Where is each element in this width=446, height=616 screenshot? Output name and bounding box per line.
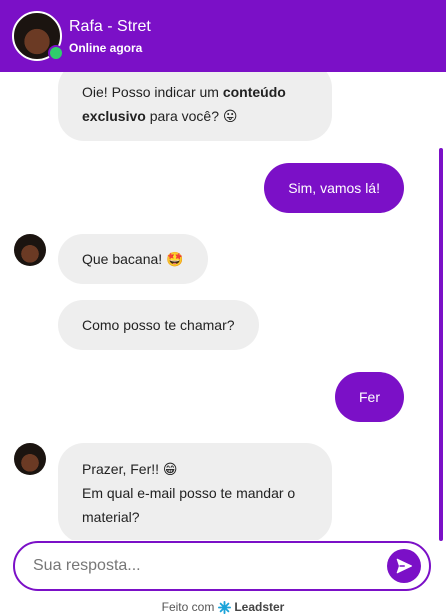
message-bold-text: exclusivo — [82, 108, 146, 124]
user-message: Fer — [335, 372, 404, 422]
message-text: Em qual e-mail posso te mandar o — [82, 485, 296, 501]
user-message: Sim, vamos lá! — [264, 163, 404, 213]
message-text: Como posso te chamar? — [82, 317, 235, 333]
leadster-link[interactable]: Leadster — [218, 600, 284, 614]
message-text: Que bacana! 🤩 — [82, 251, 184, 267]
message-bold-text: conteúdo — [222, 84, 286, 100]
agent-avatar — [12, 11, 64, 61]
message-text: para você? 😛 — [145, 108, 238, 124]
bot-message: Que bacana! 🤩 — [58, 234, 208, 284]
chat-header: Rafa - Stret Online agora — [0, 0, 446, 72]
reply-input-container — [13, 541, 431, 591]
chat-messages[interactable]: Oie! Posso indicar um conteúdo exclusivo… — [0, 72, 446, 540]
bot-message: Como posso te chamar? — [58, 300, 259, 350]
agent-avatar-small — [14, 443, 46, 475]
message-text: Prazer, Fer!! 😁 — [82, 461, 178, 477]
footer-prefix: Feito com — [161, 600, 215, 614]
bot-message: Prazer, Fer!! 😁 Em qual e-mail posso te … — [58, 443, 332, 540]
bot-message: Oie! Posso indicar um conteúdo exclusivo… — [58, 72, 332, 141]
send-icon — [396, 558, 413, 574]
reply-input[interactable] — [33, 557, 373, 575]
header-text: Rafa - Stret Online agora — [69, 17, 151, 56]
send-button[interactable] — [387, 549, 421, 583]
online-status-dot — [48, 45, 64, 61]
chat-scrollbar[interactable] — [439, 148, 443, 541]
agent-avatar-small — [14, 234, 46, 266]
footer-credit: Feito com Leadster — [0, 598, 446, 616]
message-text: Oie! Posso indicar um — [82, 84, 223, 100]
message-text: Fer — [359, 389, 380, 405]
leadster-logo-icon — [218, 600, 232, 614]
agent-name: Rafa - Stret — [69, 17, 151, 35]
message-text: material? — [82, 509, 140, 525]
message-text: Sim, vamos lá! — [288, 180, 380, 196]
agent-status: Online agora — [69, 40, 143, 55]
footer-brand-name: Leadster — [234, 600, 285, 614]
